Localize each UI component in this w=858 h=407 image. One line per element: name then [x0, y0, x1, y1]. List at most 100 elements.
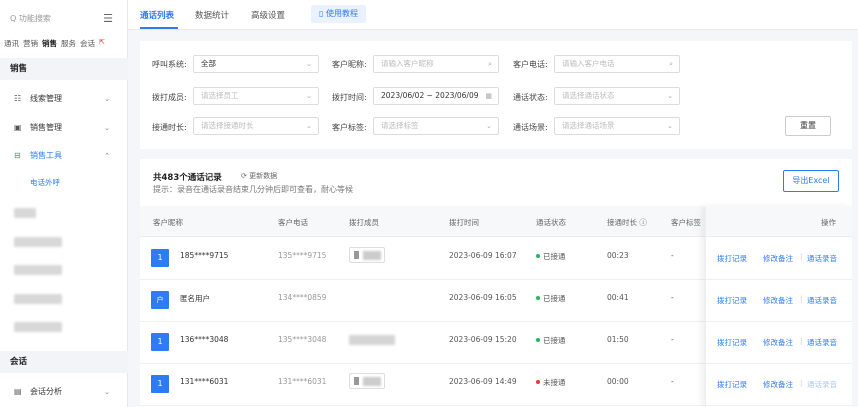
edit-note-link[interactable]: 修改备注 — [763, 253, 793, 264]
sidebar-tab-service[interactable]: 服务 — [61, 38, 76, 49]
call-records-link[interactable]: 拨打记录 — [717, 295, 747, 306]
call-time: 2023-06-09 16:05 — [449, 293, 517, 302]
filter-label-duration: 接通时长: — [152, 123, 187, 132]
call-status: 已接通 — [536, 335, 566, 346]
customer-tag-select[interactable]: 请选择标签 ⌄ — [373, 117, 499, 135]
column-header-status: 通话状态 — [536, 218, 566, 227]
call-records-link[interactable]: 拨打记录 — [717, 253, 747, 264]
caller-chip — [349, 247, 385, 263]
divider: | — [800, 337, 803, 345]
help-tutorial-button[interactable]: ▯ 使用教程 — [311, 5, 366, 23]
customer-nickname: 匿名用户 — [180, 294, 210, 303]
chevron-down-icon: ⌄ — [667, 92, 673, 100]
reset-button[interactable]: 重置 — [785, 116, 831, 136]
customer-tag: - — [671, 377, 674, 386]
blurred-menu-item[interactable] — [14, 208, 36, 218]
edit-note-link[interactable]: 修改备注 — [763, 337, 793, 348]
duration-select[interactable]: 请选择接通时长 ⌄ — [193, 117, 319, 135]
person-icon — [354, 377, 359, 385]
call-recording-link[interactable]: 通话录音 — [807, 337, 837, 348]
divider: | — [800, 379, 803, 387]
sidebar-item-label: 销售工具 — [30, 151, 62, 160]
expand-icon[interactable]: ⇱ — [99, 38, 105, 49]
filter-panel: 呼叫系统: 全部 ⌄ 客户昵称: 请输入客户昵称 ⌕ 客户电话: 请输入客户电话… — [140, 41, 852, 149]
menu-icon[interactable]: ☰ — [103, 12, 113, 25]
status-dot-icon — [536, 296, 540, 300]
sidebar-tabs: 通讯 营销 销售 服务 会话 ⇱ — [4, 38, 105, 49]
sidebar-tab-sales[interactable]: 销售 — [42, 38, 57, 49]
call-scene-placeholder: 请选择通话场景 — [562, 121, 615, 130]
call-recording-link[interactable]: 通话录音 — [807, 253, 837, 264]
blurred-menu-item[interactable] — [14, 322, 62, 332]
edit-note-link[interactable]: 修改备注 — [763, 379, 793, 390]
blurred-menu-item[interactable] — [14, 294, 62, 304]
sidebar-tab-marketing[interactable]: 营销 — [23, 38, 38, 49]
column-header-caller: 拨打成员 — [349, 218, 379, 227]
customer-tag: - — [671, 335, 674, 344]
customer-phone-input[interactable]: 请输入客户电话 ⌕ — [554, 55, 680, 73]
chevron-down-icon: ⌄ — [104, 388, 110, 396]
call-recording-link[interactable]: 通话录音 — [807, 295, 837, 306]
column-header-nickname: 客户昵称 — [153, 218, 183, 227]
sidebar-item-label: 线索管理 — [30, 94, 62, 103]
sidebar-item-sales-tools[interactable]: ⊟ 销售工具 ⌃ — [14, 148, 114, 164]
chevron-down-icon: ⌄ — [667, 122, 673, 130]
sidebar-subitem-phone-outbound[interactable]: 电话外呼 — [30, 177, 60, 188]
blurred-menu-item[interactable] — [14, 265, 62, 275]
call-records-link[interactable]: 拨打记录 — [717, 337, 747, 348]
sidebar-item-label: 销售管理 — [30, 123, 62, 132]
call-records-link[interactable]: 拨打记录 — [717, 379, 747, 390]
customer-nickname-input[interactable]: 请输入客户昵称 ⌕ — [373, 55, 499, 73]
call-duration: 00:23 — [607, 251, 629, 260]
call-time-range-value: 2023/06/02 ~ 2023/06/09 — [381, 91, 479, 100]
column-header-duration[interactable]: 接通时长 ⓘ — [607, 217, 647, 228]
customer-nickname: 131****6031 — [180, 377, 229, 386]
customer-phone-placeholder: 请输入客户电话 — [562, 59, 615, 68]
edit-note-link[interactable]: 修改备注 — [763, 295, 793, 306]
filter-label-call-time: 拨打时间: — [332, 93, 367, 102]
call-system-select[interactable]: 全部 ⌄ — [193, 55, 319, 73]
tab-call-list[interactable]: 通话列表 — [140, 9, 174, 21]
customer-phone: 135****3048 — [278, 335, 327, 344]
sidebar-item-sales-management[interactable]: ▣ 销售管理 ⌄ — [14, 120, 114, 136]
search-icon: ⌕ — [488, 60, 492, 68]
caller-select[interactable]: 请选择员工 ⌄ — [193, 87, 319, 105]
divider: | — [800, 295, 803, 303]
filter-label-call-status: 通话状态: — [513, 93, 548, 102]
customer-tag: - — [671, 293, 674, 302]
call-status: 未接通 — [536, 377, 566, 388]
caller-chip — [349, 373, 385, 389]
tab-advanced-settings[interactable]: 高级设置 — [251, 9, 285, 21]
filter-label-customer-tag: 客户标签: — [332, 123, 367, 132]
filter-label-call-scene: 通话场景: — [513, 123, 548, 132]
calendar-icon: ▣ — [14, 123, 22, 132]
call-system-value: 全部 — [201, 59, 216, 68]
chevron-up-icon: ⌃ — [104, 152, 110, 160]
sidebar-tab-communication[interactable]: 通讯 — [4, 38, 19, 49]
sidebar-tab-conversation[interactable]: 会话 — [80, 38, 95, 49]
status-dot-icon — [536, 380, 540, 384]
call-table-panel: 共483个通话记录 ⟳ 更新数据 提示：录音在通话录音结束几分钟后即可查看，耐心… — [140, 159, 852, 407]
person-icon — [354, 251, 359, 259]
call-status: 已接通 — [536, 251, 566, 262]
book-icon: ▯ — [319, 9, 324, 18]
actions-column: 拨打记录 修改备注 | 通话录音 拨打记录 修改备注 | 通话录音 拨打记录 修… — [705, 206, 852, 407]
call-scene-select[interactable]: 请选择通话场景 ⌄ — [554, 117, 680, 135]
sidebar-item-leads[interactable]: ☷ 线索管理 ⌄ — [14, 91, 114, 107]
tab-statistics[interactable]: 数据统计 — [195, 9, 229, 21]
call-time-range-picker[interactable]: 2023/06/02 ~ 2023/06/09 ▦ — [373, 87, 499, 105]
sidebar-item-conversation-analysis[interactable]: ▤ 会话分析 ⌄ — [14, 384, 114, 400]
status-dot-icon — [536, 338, 540, 342]
help-tutorial-label: 使用教程 — [325, 9, 358, 18]
filter-label-call-system: 呼叫系统: — [152, 60, 187, 69]
export-excel-button[interactable]: 导出Excel — [783, 170, 839, 192]
chevron-down-icon: ⌄ — [306, 122, 312, 130]
column-header-phone: 客户电话 — [278, 218, 308, 227]
recording-hint: 提示：录音在通话录音结束几分钟后即可查看，耐心等候 — [153, 185, 353, 194]
total-records: 共483个通话记录 — [153, 173, 222, 183]
blurred-menu-item[interactable] — [14, 237, 62, 247]
refresh-data-link[interactable]: ⟳ 更新数据 — [241, 171, 277, 181]
toolbox-icon: ⊟ — [14, 151, 21, 160]
function-search-input[interactable]: Q 功能搜索 — [10, 13, 51, 24]
call-status-select[interactable]: 请选择通话状态 ⌄ — [554, 87, 680, 105]
